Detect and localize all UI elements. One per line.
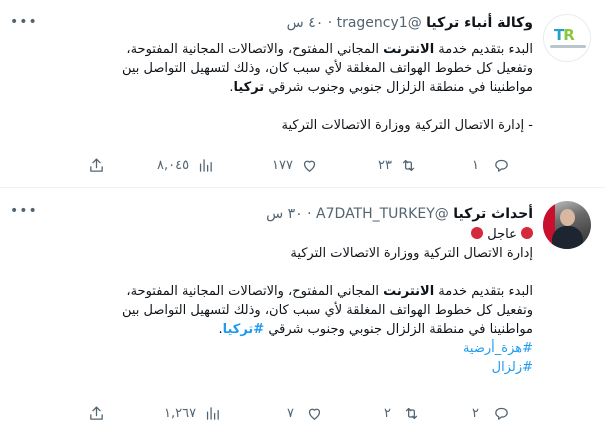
retweet-button[interactable]: ٢ bbox=[384, 403, 420, 423]
user-handle[interactable]: @A7DATH_TURKEY bbox=[316, 206, 449, 222]
avatar[interactable] bbox=[543, 201, 591, 249]
share-icon bbox=[90, 405, 103, 420]
retweet-icon bbox=[405, 407, 418, 419]
timestamp[interactable]: ٤٠ س bbox=[287, 15, 324, 31]
reply-icon bbox=[495, 407, 508, 420]
text-line: وتفعيل كل خطوط الهواتف المغلقة لأي سبب ك… bbox=[121, 61, 533, 76]
views-count: ١,٢٦٧ bbox=[164, 405, 197, 421]
action-bar: ١,٢٦٧ ٧ ٢ ٢ bbox=[0, 403, 605, 423]
hashtag-link[interactable]: #تركيا bbox=[223, 322, 265, 337]
hashtag-line: #زلزال bbox=[122, 358, 533, 377]
tweet-header: أحداث تركيا @A7DATH_TURKEY · ٣٠ س bbox=[266, 205, 533, 223]
reply-button[interactable]: ١ bbox=[472, 155, 510, 175]
tweet-header: وكالة أنباء تركيا @tragency1 · ٤٠ س bbox=[287, 14, 533, 32]
retweet-count: ٢٣ bbox=[378, 157, 392, 173]
urgent-line: عاجل bbox=[122, 225, 533, 244]
logo-tagline-mark bbox=[550, 45, 586, 48]
hashtag-line: #هزة_أرضية bbox=[122, 339, 533, 358]
timestamp[interactable]: ٣٠ س bbox=[266, 206, 303, 222]
red-circle-icon bbox=[471, 227, 484, 239]
reply-icon bbox=[495, 159, 508, 172]
retweet-icon bbox=[402, 159, 415, 171]
retweet-button[interactable]: ٢٣ bbox=[378, 155, 417, 175]
reply-count: ١ bbox=[472, 157, 479, 173]
separator-dot: · bbox=[307, 206, 312, 222]
action-bar: ٨,٠٤٥ ١٧٧ ٢٣ ١ bbox=[0, 155, 605, 175]
person-silhouette bbox=[552, 226, 583, 249]
tweet-text: البدء بتقديم خدمة الانترنت المجاني المفت… bbox=[122, 40, 533, 135]
views-icon bbox=[206, 406, 219, 420]
more-icon[interactable]: ••• bbox=[10, 203, 37, 219]
tweet-text: عاجل إدارة الاتصال التركية ووزارة الاتصا… bbox=[122, 225, 533, 377]
intro-line: إدارة الاتصال التركية ووزارة الاتصالات ا… bbox=[290, 246, 533, 261]
hashtag-link[interactable]: #هزة_أرضية bbox=[463, 341, 533, 356]
share-button[interactable] bbox=[88, 155, 105, 175]
text-line: وتفعيل كل خطوط الهواتف المغلقة لأي سبب ك… bbox=[121, 303, 533, 318]
text-line: البدء بتقديم خدمة الانترنت المجاني المفت… bbox=[126, 284, 533, 299]
like-button[interactable]: ١٧٧ bbox=[272, 155, 318, 175]
like-count: ١٧٧ bbox=[272, 157, 293, 173]
red-circle-icon bbox=[521, 227, 533, 239]
share-button[interactable] bbox=[88, 403, 105, 423]
display-name[interactable]: أحداث تركيا bbox=[453, 206, 533, 222]
views-icon bbox=[199, 158, 212, 172]
tweet[interactable]: TR وكالة أنباء تركيا @tragency1 · ٤٠ س •… bbox=[0, 0, 605, 188]
separator-dot: · bbox=[327, 15, 333, 31]
like-count: ٧ bbox=[287, 405, 294, 421]
share-icon bbox=[90, 157, 103, 172]
text-line: البدء بتقديم خدمة الانترنت المجاني المفت… bbox=[126, 42, 533, 57]
views-button[interactable]: ١,٢٦٧ bbox=[164, 403, 221, 423]
user-handle[interactable]: @tragency1 bbox=[337, 15, 422, 31]
logo-icon: TR bbox=[554, 26, 575, 44]
tweet[interactable]: أحداث تركيا @A7DATH_TURKEY · ٣٠ س ••• عا… bbox=[0, 189, 605, 433]
more-icon[interactable]: ••• bbox=[10, 14, 37, 30]
heart-icon bbox=[308, 408, 321, 420]
hashtag-link[interactable]: #زلزال bbox=[492, 360, 533, 375]
like-button[interactable]: ٧ bbox=[287, 403, 323, 423]
avatar[interactable]: TR bbox=[543, 14, 591, 62]
signature-line: - إدارة الاتصال التركية ووزارة الاتصالات… bbox=[281, 118, 533, 133]
text-line: مواطنينا في منطقة الزلزال جنوبي وجنوب شر… bbox=[218, 322, 533, 337]
retweet-count: ٢ bbox=[384, 405, 391, 421]
heart-icon bbox=[303, 160, 316, 172]
reply-button[interactable]: ٢ bbox=[472, 403, 510, 423]
urgent-label: عاجل bbox=[487, 227, 517, 242]
display-name[interactable]: وكالة أنباء تركيا bbox=[426, 15, 533, 31]
text-line: مواطنينا في منطقة الزلزال جنوبي وجنوب شر… bbox=[229, 80, 533, 95]
person-head bbox=[560, 209, 575, 226]
views-count: ٨,٠٤٥ bbox=[157, 157, 190, 173]
views-button[interactable]: ٨,٠٤٥ bbox=[157, 155, 214, 175]
reply-count: ٢ bbox=[472, 405, 479, 421]
